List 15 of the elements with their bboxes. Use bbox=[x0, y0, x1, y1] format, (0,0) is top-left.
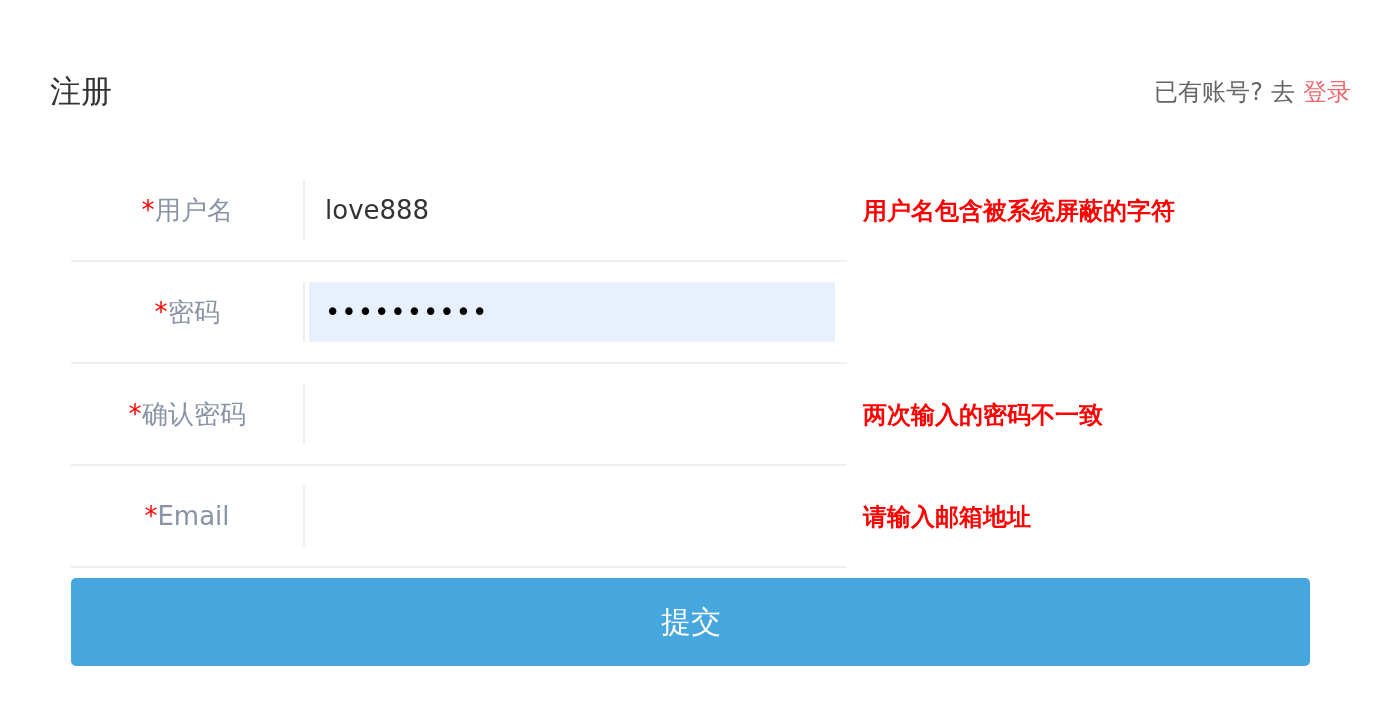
required-mark: * bbox=[144, 501, 158, 531]
field-label: 密码 bbox=[167, 295, 220, 329]
field-label: Email bbox=[157, 501, 230, 531]
input-field[interactable]: •••••••••• bbox=[309, 282, 835, 342]
field-label: 用户名 bbox=[154, 193, 233, 227]
required-mark: * bbox=[154, 296, 168, 327]
required-mark: * bbox=[141, 194, 155, 225]
go-text: 去 bbox=[1271, 77, 1295, 108]
required-mark: * bbox=[128, 398, 142, 429]
field-label: 确认密码 bbox=[141, 397, 246, 431]
login-prompt: 已有账号? bbox=[1154, 77, 1263, 108]
error-message: 两次输入的密码不一致 bbox=[863, 400, 1103, 431]
page-title: 注册 bbox=[50, 72, 112, 111]
error-message: 请输入邮箱地址 bbox=[863, 502, 1031, 533]
error-message: 用户名包含被系统屏蔽的字符 bbox=[863, 196, 1175, 227]
